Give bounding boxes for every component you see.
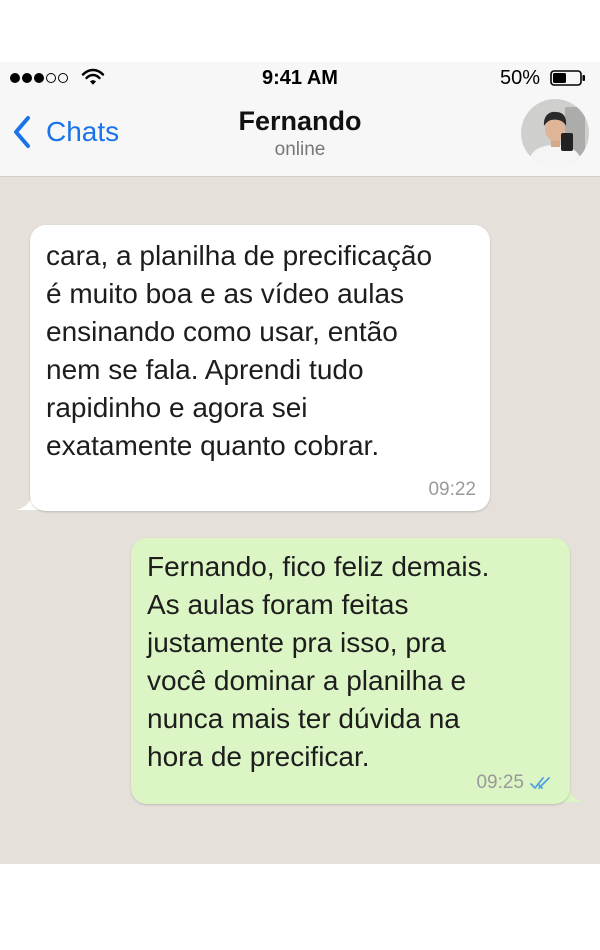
- status-bar: 9:41 AM 50%: [0, 62, 600, 94]
- chevron-left-icon: [14, 116, 30, 148]
- battery-percentage: 50%: [499, 67, 540, 89]
- back-button[interactable]: Chats: [12, 112, 119, 152]
- message-text: cara, a planilha de precificação é muito…: [46, 240, 433, 461]
- outgoing-message-bubble[interactable]: Fernando, fico feliz demais. As aulas fo…: [131, 538, 570, 804]
- incoming-message-bubble[interactable]: cara, a planilha de precificação é muito…: [30, 225, 490, 511]
- contact-status: online: [274, 139, 326, 160]
- message-time: 09:22: [428, 479, 476, 500]
- double-check-icon: [530, 775, 556, 791]
- message-meta: 09:25: [476, 772, 556, 794]
- back-label: Chats: [46, 116, 120, 147]
- navigation-bar: Chats Fernando online: [0, 94, 600, 177]
- message-meta: 09:22: [428, 479, 476, 501]
- chat-area[interactable]: cara, a planilha de precificação é muito…: [0, 177, 600, 864]
- bottom-margin: [0, 864, 600, 950]
- avatar[interactable]: [521, 99, 589, 167]
- phone-screen: 9:41 AM 50% Chats Fernando online cara, …: [0, 62, 600, 864]
- contact-name: Fernando: [238, 106, 362, 136]
- conversation-title[interactable]: Fernando online: [150, 104, 450, 162]
- avatar-photo: [521, 99, 589, 167]
- top-margin: [0, 0, 600, 62]
- battery-icon: [550, 70, 585, 86]
- message-time: 09:25: [476, 772, 524, 793]
- message-text: Fernando, fico feliz demais. As aulas fo…: [147, 551, 490, 772]
